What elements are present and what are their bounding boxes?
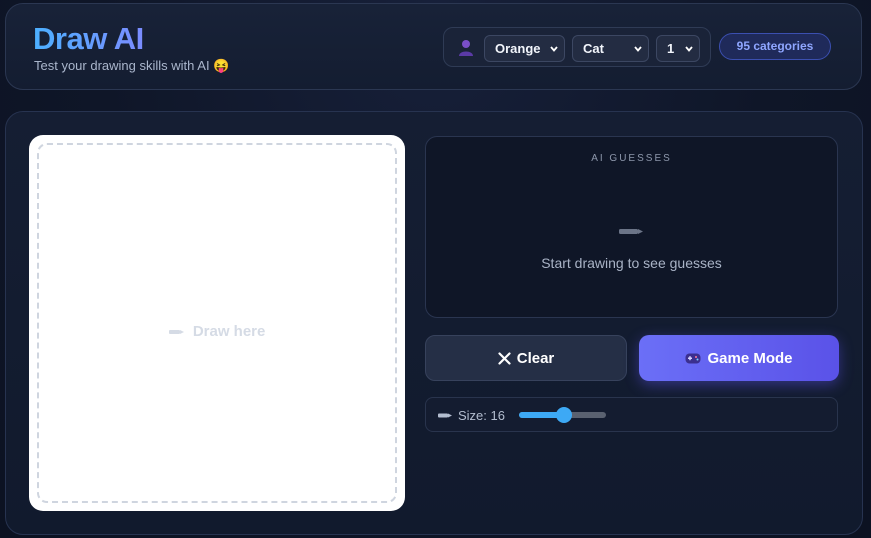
count-select-value: 1 xyxy=(667,41,675,56)
color-select[interactable]: Orange xyxy=(484,35,565,62)
x-icon xyxy=(498,351,511,365)
app-header: Draw AI Test your drawing skills with AI… xyxy=(5,3,862,90)
pencil-icon xyxy=(438,413,452,418)
chevron-down-icon xyxy=(685,46,693,52)
categories-badge: 95 categories xyxy=(719,33,831,60)
app-subtitle: Test your drawing skills with AI 😝 xyxy=(34,58,230,73)
game-mode-button-label: Game Mode xyxy=(707,349,793,367)
draw-hint-text: Draw here xyxy=(192,323,266,340)
category-select-value: Cat xyxy=(583,41,604,56)
brush-size-slider[interactable] xyxy=(519,407,606,423)
canvas-border: Draw here xyxy=(37,143,397,503)
color-select-value: Orange xyxy=(495,41,541,56)
brush-size-control: Size: 16 xyxy=(425,397,838,432)
gamepad-icon xyxy=(685,353,701,363)
ai-guesses-panel: AI GUESSES Start drawing to see guesses xyxy=(425,136,838,318)
slider-thumb[interactable] xyxy=(556,407,572,423)
pencil-icon xyxy=(168,330,184,335)
game-controls: Orange Cat 1 xyxy=(443,27,711,67)
app-title: Draw AI xyxy=(33,21,144,56)
game-mode-button[interactable]: Game Mode xyxy=(639,335,839,381)
chevron-down-icon xyxy=(634,46,642,52)
draw-hint: Draw here xyxy=(39,323,395,340)
chevron-down-icon xyxy=(550,46,558,52)
guesses-empty-text: Start drawing to see guesses xyxy=(541,255,722,271)
ai-guesses-title: AI GUESSES xyxy=(591,153,672,164)
clear-button-label: Clear xyxy=(516,349,555,367)
category-select[interactable]: Cat xyxy=(572,35,649,62)
drawing-canvas[interactable]: Draw here xyxy=(29,135,405,511)
pencil-icon xyxy=(619,229,643,234)
user-icon xyxy=(458,39,474,56)
clear-button[interactable]: Clear xyxy=(425,335,627,381)
brush-size-label: Size: 16 xyxy=(458,408,505,423)
count-select[interactable]: 1 xyxy=(656,35,700,62)
